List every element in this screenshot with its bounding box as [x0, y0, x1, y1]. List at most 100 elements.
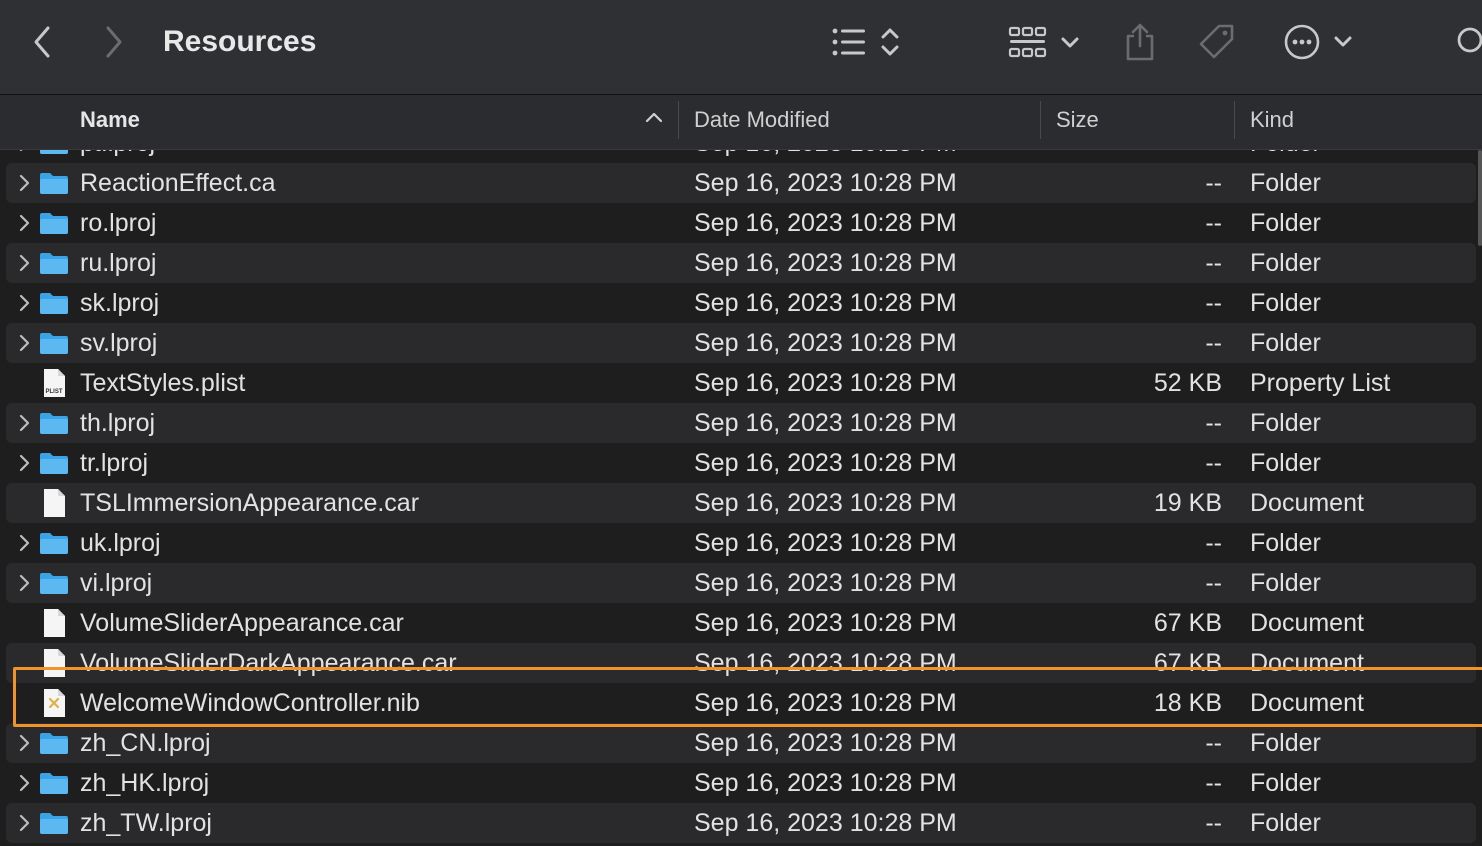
- file-kind: Folder: [1250, 529, 1321, 557]
- file-date: Sep 16, 2023 10:28 PM: [694, 150, 957, 163]
- file-date: Sep 16, 2023 10:28 PM: [694, 369, 957, 397]
- file-row[interactable]: tr.lproj Sep 16, 2023 10:28 PM -- Folder: [6, 443, 1476, 483]
- file-kind: Folder: [1250, 209, 1321, 237]
- more-actions-icon[interactable]: [1282, 0, 1356, 84]
- file-row[interactable]: zh_CN.lproj Sep 16, 2023 10:28 PM -- Folder: [6, 723, 1476, 763]
- file-size: --: [1205, 409, 1222, 437]
- document-file-icon: [38, 483, 70, 523]
- file-row[interactable]: ro.lproj Sep 16, 2023 10:28 PM -- Folder: [6, 203, 1476, 243]
- file-date: Sep 16, 2023 10:28 PM: [694, 689, 957, 717]
- file-row[interactable]: sv.lproj Sep 16, 2023 10:28 PM -- Folder: [6, 323, 1476, 363]
- forward-chevron-icon[interactable]: [96, 0, 132, 84]
- file-kind: Folder: [1250, 249, 1321, 277]
- file-kind: Folder: [1250, 449, 1321, 477]
- file-list[interactable]: pt.lprojSep 16, 2023 10:28 PM--FolderRea…: [0, 150, 1482, 846]
- scrollbar[interactable]: [1478, 150, 1482, 251]
- tag-icon[interactable]: [1195, 0, 1239, 84]
- column-header-name[interactable]: Name: [80, 95, 140, 149]
- file-size: --: [1205, 729, 1222, 757]
- column-header-kind[interactable]: Kind: [1250, 95, 1294, 149]
- plist-file-icon: PLIST: [38, 363, 70, 403]
- file-size: --: [1205, 809, 1222, 837]
- column-separator[interactable]: [1040, 101, 1041, 139]
- file-name: sv.lproj: [80, 329, 158, 357]
- file-date: Sep 16, 2023 10:28 PM: [694, 169, 957, 197]
- sort-ascending-icon[interactable]: [645, 110, 663, 129]
- disclosure-chevron-icon[interactable]: [14, 563, 34, 603]
- file-kind: Folder: [1250, 409, 1321, 437]
- column-header-date[interactable]: Date Modified: [694, 95, 830, 149]
- file-size: --: [1205, 249, 1222, 277]
- file-size: --: [1205, 169, 1222, 197]
- file-name: zh_TW.lproj: [80, 809, 212, 837]
- folder-icon: [38, 763, 70, 803]
- document-file-icon: [38, 643, 70, 683]
- folder-icon: [38, 563, 70, 603]
- disclosure-chevron-icon[interactable]: [14, 523, 34, 563]
- disclosure-chevron-icon[interactable]: [14, 163, 34, 203]
- file-name: tr.lproj: [80, 449, 149, 477]
- back-chevron-icon[interactable]: [24, 0, 60, 84]
- file-date: Sep 16, 2023 10:28 PM: [694, 769, 957, 797]
- file-row[interactable]: WelcomeWindowController.nib Sep 16, 2023 …: [6, 683, 1476, 723]
- file-row[interactable]: ru.lproj Sep 16, 2023 10:28 PM -- Folder: [6, 243, 1476, 283]
- file-row[interactable]: PLIST TextStyles.plist Sep 16, 2023 10:28 …: [6, 363, 1476, 403]
- group-icon[interactable]: [1006, 0, 1082, 84]
- disclosure-chevron-icon[interactable]: [14, 150, 34, 163]
- file-row[interactable]: zh_TW.lproj Sep 16, 2023 10:28 PM -- Folder: [6, 803, 1476, 843]
- file-size: 18 KB: [1153, 689, 1222, 717]
- disclosure-spacer: [14, 483, 34, 523]
- file-date: Sep 16, 2023 10:28 PM: [694, 489, 957, 517]
- file-row[interactable]: zh_HK.lproj Sep 16, 2023 10:28 PM -- Folder: [6, 763, 1476, 803]
- disclosure-chevron-icon[interactable]: [14, 403, 34, 443]
- file-size: --: [1205, 329, 1222, 357]
- file-name: ru.lproj: [80, 249, 157, 277]
- share-icon[interactable]: [1120, 0, 1160, 84]
- finder-toolbar: Resources: [0, 0, 1482, 95]
- file-row[interactable]: VolumeSliderAppearance.car Sep 16, 2023 1…: [6, 603, 1476, 643]
- file-name: VolumeSliderDarkAppearance.car: [80, 649, 457, 677]
- file-row[interactable]: TSLImmersionAppearance.car Sep 16, 2023 1…: [6, 483, 1476, 523]
- file-row[interactable]: pt.lproj Sep 16, 2023 10:28 PM -- Folder: [6, 150, 1476, 163]
- column-separator[interactable]: [678, 101, 679, 139]
- file-date: Sep 16, 2023 10:28 PM: [694, 729, 957, 757]
- file-row[interactable]: ReactionEffect.ca Sep 16, 2023 10:28 PM --…: [6, 163, 1476, 203]
- file-date: Sep 16, 2023 10:28 PM: [694, 609, 957, 637]
- column-separator[interactable]: [1234, 101, 1235, 139]
- folder-icon: [38, 283, 70, 323]
- file-kind: Folder: [1250, 169, 1321, 197]
- disclosure-chevron-icon[interactable]: [14, 763, 34, 803]
- file-row[interactable]: VolumeSliderDarkAppearance.car Sep 16, 20…: [6, 643, 1476, 683]
- file-row[interactable]: th.lproj Sep 16, 2023 10:28 PM -- Folder: [6, 403, 1476, 443]
- file-kind: Folder: [1250, 809, 1321, 837]
- file-name: TSLImmersionAppearance.car: [80, 489, 420, 517]
- file-kind: Folder: [1250, 729, 1321, 757]
- file-size: --: [1205, 209, 1222, 237]
- disclosure-spacer: [14, 683, 34, 723]
- list-view-icon[interactable]: [828, 0, 906, 84]
- disclosure-spacer: [14, 643, 34, 683]
- file-name: vi.lproj: [80, 569, 153, 597]
- disclosure-chevron-icon[interactable]: [14, 443, 34, 483]
- disclosure-chevron-icon[interactable]: [14, 723, 34, 763]
- file-row[interactable]: sk.lproj Sep 16, 2023 10:28 PM -- Folder: [6, 283, 1476, 323]
- disclosure-chevron-icon[interactable]: [14, 203, 34, 243]
- file-kind: Folder: [1250, 289, 1321, 317]
- file-row[interactable]: vi.lproj Sep 16, 2023 10:28 PM -- Folder: [6, 563, 1476, 603]
- file-date: Sep 16, 2023 10:28 PM: [694, 249, 957, 277]
- file-name: th.lproj: [80, 409, 156, 437]
- disclosure-chevron-icon[interactable]: [14, 803, 34, 843]
- file-date: Sep 16, 2023 10:28 PM: [694, 209, 957, 237]
- file-size: --: [1205, 769, 1222, 797]
- disclosure-chevron-icon[interactable]: [14, 323, 34, 363]
- file-date: Sep 16, 2023 10:28 PM: [694, 449, 957, 477]
- column-header-size[interactable]: Size: [1056, 95, 1099, 149]
- disclosure-chevron-icon[interactable]: [14, 283, 34, 323]
- disclosure-chevron-icon[interactable]: [14, 243, 34, 283]
- file-size: --: [1205, 449, 1222, 477]
- file-kind: Folder: [1250, 569, 1321, 597]
- file-row[interactable]: uk.lproj Sep 16, 2023 10:28 PM -- Folder: [6, 523, 1476, 563]
- search-icon[interactable]: [1452, 0, 1482, 84]
- file-name: VolumeSliderAppearance.car: [80, 609, 404, 637]
- folder-icon: [38, 323, 70, 363]
